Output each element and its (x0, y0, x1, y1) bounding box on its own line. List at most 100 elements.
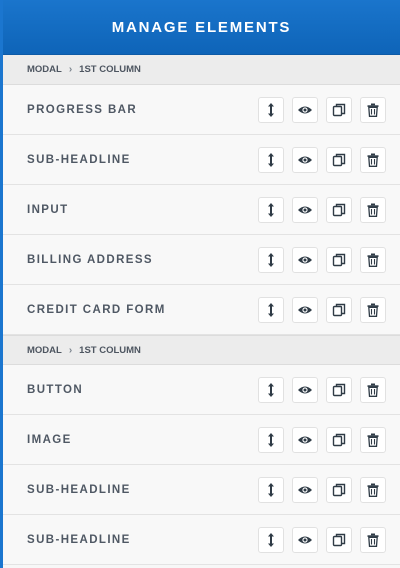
visibility-button[interactable] (292, 426, 318, 453)
duplicate-button[interactable] (326, 296, 352, 323)
move-button[interactable] (258, 296, 284, 323)
element-row[interactable]: PROGRESS BAR (3, 85, 400, 135)
element-label: BILLING ADDRESS (27, 253, 153, 266)
breadcrumb-modal[interactable]: MODAL (27, 64, 62, 75)
duplicate-button[interactable] (326, 526, 352, 553)
delete-button[interactable] (360, 146, 386, 173)
element-row[interactable]: CREDIT CARD FORM (3, 285, 400, 335)
move-button[interactable] (258, 476, 284, 503)
duplicate-button[interactable] (326, 196, 352, 223)
trash-icon (367, 483, 379, 497)
delete-button[interactable] (360, 96, 386, 123)
visibility-button[interactable] (292, 146, 318, 173)
delete-button[interactable] (360, 526, 386, 553)
element-label: SUB-HEADLINE (27, 533, 131, 546)
trash-icon (367, 203, 379, 217)
row-actions (258, 246, 386, 273)
copy-icon (332, 533, 346, 547)
copy-icon (332, 483, 346, 497)
duplicate-button[interactable] (326, 376, 352, 403)
element-label: SUB-HEADLINE (27, 483, 131, 496)
move-button[interactable] (258, 196, 284, 223)
element-row[interactable]: SUB-HEADLINE (3, 515, 400, 565)
eye-icon (297, 254, 313, 266)
copy-icon (332, 103, 346, 117)
copy-icon (332, 303, 346, 317)
chevron-right-icon: › (68, 344, 73, 356)
visibility-button[interactable] (292, 376, 318, 403)
copy-icon (332, 153, 346, 167)
element-label: INPUT (27, 203, 69, 216)
visibility-button[interactable] (292, 96, 318, 123)
element-row[interactable]: SUB-HEADLINE (3, 135, 400, 185)
vertical-resize-icon (265, 432, 277, 448)
breadcrumb: MODAL › 1ST COLUMN (3, 55, 400, 85)
eye-icon (297, 204, 313, 216)
row-actions (258, 296, 386, 323)
eye-icon (297, 534, 313, 546)
visibility-button[interactable] (292, 476, 318, 503)
visibility-button[interactable] (292, 196, 318, 223)
delete-button[interactable] (360, 426, 386, 453)
row-actions (258, 426, 386, 453)
move-button[interactable] (258, 96, 284, 123)
duplicate-button[interactable] (326, 426, 352, 453)
breadcrumb: MODAL › 1ST COLUMN (3, 335, 400, 365)
vertical-resize-icon (265, 382, 277, 398)
element-row[interactable]: SUB-HEADLINE (3, 465, 400, 515)
panel-header: MANAGE ELEMENTS (3, 0, 400, 55)
duplicate-button[interactable] (326, 146, 352, 173)
element-label: IMAGE (27, 433, 72, 446)
row-actions (258, 196, 386, 223)
visibility-button[interactable] (292, 296, 318, 323)
duplicate-button[interactable] (326, 96, 352, 123)
trash-icon (367, 103, 379, 117)
copy-icon (332, 253, 346, 267)
trash-icon (367, 303, 379, 317)
eye-icon (297, 104, 313, 116)
visibility-button[interactable] (292, 526, 318, 553)
element-row[interactable]: BUTTON (3, 365, 400, 415)
vertical-resize-icon (265, 252, 277, 268)
manage-elements-panel: MANAGE ELEMENTS MODAL › 1ST COLUMN PROGR… (0, 0, 400, 568)
eye-icon (297, 304, 313, 316)
element-label: BUTTON (27, 383, 84, 396)
duplicate-button[interactable] (326, 476, 352, 503)
eye-icon (297, 384, 313, 396)
delete-button[interactable] (360, 296, 386, 323)
duplicate-button[interactable] (326, 246, 352, 273)
row-actions (258, 476, 386, 503)
element-label: SUB-HEADLINE (27, 153, 131, 166)
element-row[interactable]: BILLING ADDRESS (3, 235, 400, 285)
visibility-button[interactable] (292, 246, 318, 273)
delete-button[interactable] (360, 376, 386, 403)
trash-icon (367, 533, 379, 547)
row-actions (258, 146, 386, 173)
vertical-resize-icon (265, 152, 277, 168)
trash-icon (367, 433, 379, 447)
vertical-resize-icon (265, 532, 277, 548)
trash-icon (367, 253, 379, 267)
move-button[interactable] (258, 426, 284, 453)
breadcrumb-column[interactable]: 1ST COLUMN (79, 64, 141, 75)
element-row[interactable]: INPUT (3, 185, 400, 235)
move-button[interactable] (258, 246, 284, 273)
move-button[interactable] (258, 526, 284, 553)
element-row[interactable]: IMAGE (3, 415, 400, 465)
delete-button[interactable] (360, 476, 386, 503)
trash-icon (367, 383, 379, 397)
vertical-resize-icon (265, 482, 277, 498)
copy-icon (332, 383, 346, 397)
eye-icon (297, 434, 313, 446)
move-button[interactable] (258, 376, 284, 403)
vertical-resize-icon (265, 102, 277, 118)
delete-button[interactable] (360, 246, 386, 273)
eye-icon (297, 154, 313, 166)
element-label: CREDIT CARD FORM (27, 303, 166, 316)
row-actions (258, 526, 386, 553)
breadcrumb-modal[interactable]: MODAL (27, 345, 62, 356)
breadcrumb-column[interactable]: 1ST COLUMN (79, 345, 141, 356)
move-button[interactable] (258, 146, 284, 173)
delete-button[interactable] (360, 196, 386, 223)
panel-title: MANAGE ELEMENTS (111, 18, 292, 36)
